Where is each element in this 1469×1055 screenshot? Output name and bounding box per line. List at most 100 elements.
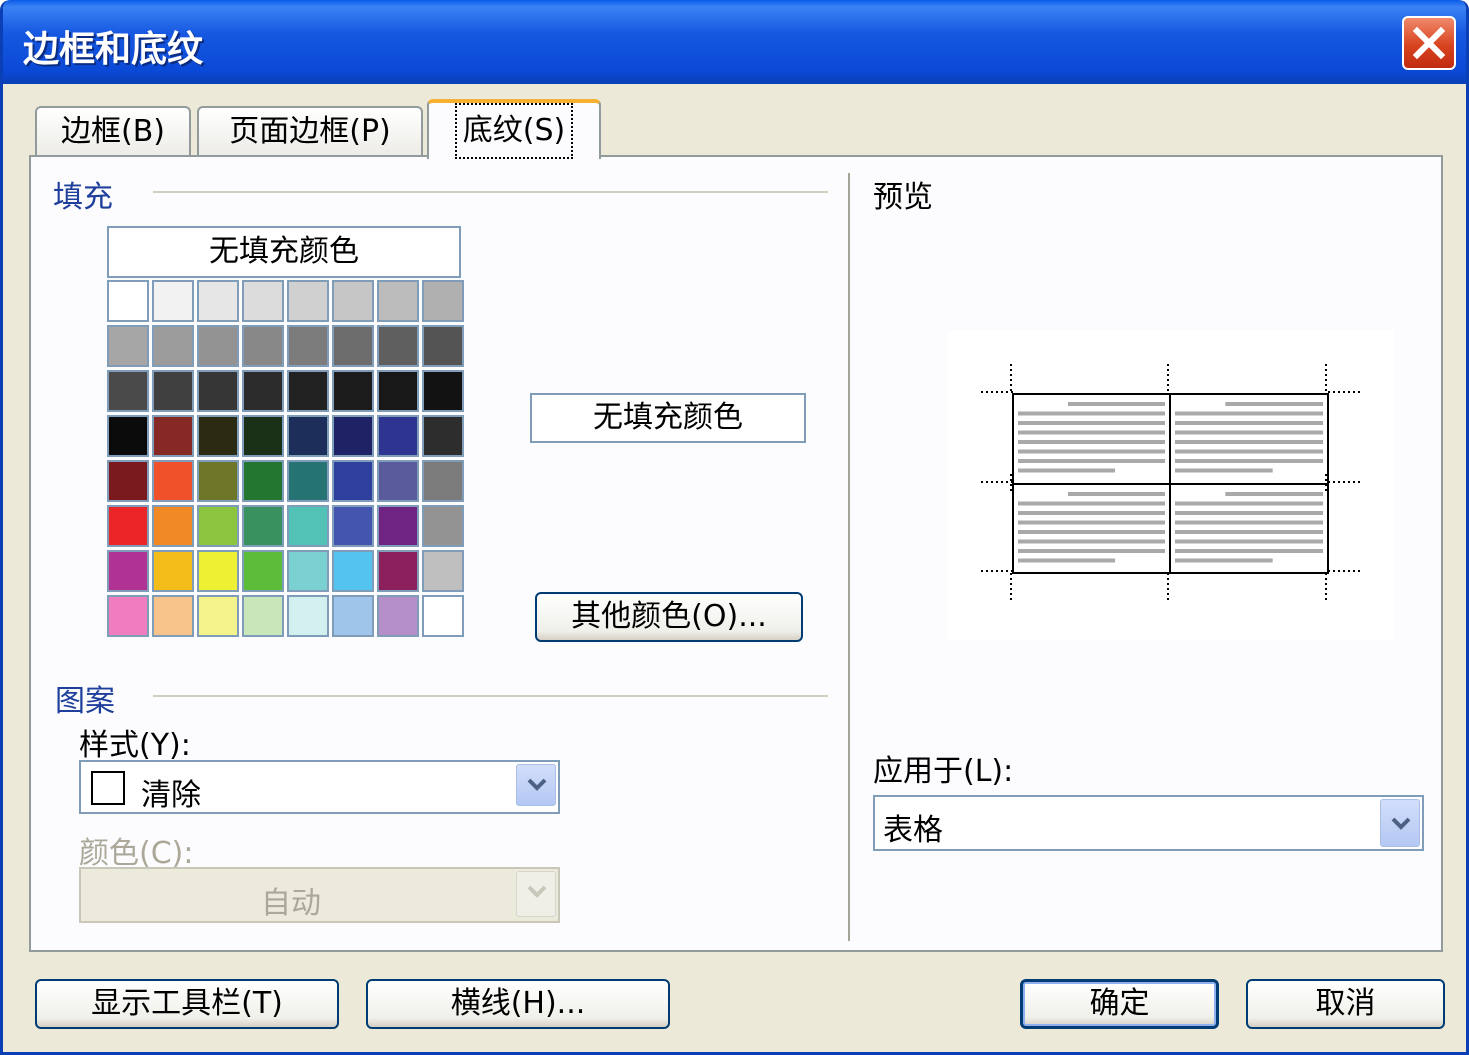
preview-text-line	[1175, 558, 1273, 563]
color-swatch[interactable]	[377, 460, 419, 502]
preview-label: 预览	[873, 180, 933, 215]
color-swatch[interactable]	[152, 550, 194, 592]
no-fill-color-button[interactable]: 无填充颜色	[107, 226, 461, 278]
color-swatch[interactable]	[152, 325, 194, 367]
color-swatch[interactable]	[332, 595, 374, 637]
color-swatch[interactable]	[422, 550, 464, 592]
cancel-button[interactable]: 取消	[1246, 979, 1445, 1029]
color-swatch[interactable]	[287, 550, 329, 592]
color-swatch[interactable]	[242, 505, 284, 547]
color-swatch[interactable]	[107, 370, 149, 412]
preview-text-line	[1175, 549, 1323, 553]
color-swatch[interactable]	[422, 460, 464, 502]
color-swatch[interactable]	[332, 280, 374, 322]
color-swatch[interactable]	[422, 415, 464, 457]
preview-text-line	[1018, 459, 1165, 463]
apply-to-dropdown-arrow[interactable]	[1380, 799, 1420, 847]
color-swatch[interactable]	[152, 460, 194, 502]
color-swatch[interactable]	[152, 280, 194, 322]
preview-text-line	[1175, 430, 1323, 435]
color-swatch[interactable]	[242, 550, 284, 592]
preview-text-line	[1175, 501, 1323, 506]
selected-fill-display: 无填充颜色	[530, 393, 806, 443]
color-swatch[interactable]	[152, 505, 194, 547]
color-swatch[interactable]	[287, 415, 329, 457]
color-swatch[interactable]	[107, 325, 149, 367]
color-swatch[interactable]	[332, 325, 374, 367]
color-swatch[interactable]	[422, 325, 464, 367]
style-dropdown[interactable]: 清除	[79, 760, 560, 814]
color-swatch[interactable]	[152, 595, 194, 637]
color-swatch[interactable]	[107, 505, 149, 547]
fill-group-divider	[153, 191, 828, 193]
color-swatch[interactable]	[197, 415, 239, 457]
color-swatch[interactable]	[377, 370, 419, 412]
color-swatch[interactable]	[332, 460, 374, 502]
ok-button[interactable]: 确定	[1020, 979, 1219, 1029]
more-colors-button[interactable]: 其他颜色(O)...	[535, 592, 803, 642]
color-swatch[interactable]	[287, 280, 329, 322]
pattern-group-label: 图案	[55, 684, 115, 719]
color-swatch[interactable]	[152, 415, 194, 457]
preview-area	[948, 330, 1394, 640]
color-swatch[interactable]	[197, 370, 239, 412]
preview-text-line	[1175, 520, 1323, 525]
color-swatch[interactable]	[107, 280, 149, 322]
preview-text-line	[1175, 440, 1323, 444]
color-swatch[interactable]	[152, 370, 194, 412]
apply-to-dropdown[interactable]: 表格	[873, 795, 1424, 851]
color-swatch[interactable]	[377, 505, 419, 547]
color-swatch[interactable]	[287, 370, 329, 412]
color-swatch[interactable]	[377, 280, 419, 322]
preview-text-line	[1018, 501, 1165, 506]
color-swatch[interactable]	[197, 550, 239, 592]
horizontal-line-button[interactable]: 横线(H)...	[366, 979, 670, 1029]
color-swatch[interactable]	[422, 505, 464, 547]
color-swatch[interactable]	[377, 595, 419, 637]
color-swatch[interactable]	[287, 595, 329, 637]
preview-text-line	[1175, 421, 1323, 425]
color-swatch[interactable]	[422, 280, 464, 322]
color-swatch[interactable]	[422, 370, 464, 412]
show-toolbar-button[interactable]: 显示工具栏(T)	[35, 979, 339, 1029]
color-swatch[interactable]	[377, 550, 419, 592]
preview-text-line	[1018, 449, 1165, 454]
color-swatch[interactable]	[377, 325, 419, 367]
style-dropdown-arrow[interactable]	[516, 764, 556, 806]
color-swatch[interactable]	[422, 595, 464, 637]
preview-text-line	[1067, 402, 1165, 406]
color-swatch[interactable]	[242, 595, 284, 637]
preview-text-line	[1225, 492, 1323, 496]
preview-text-line	[1018, 430, 1165, 435]
color-swatch[interactable]	[242, 280, 284, 322]
color-swatch[interactable]	[332, 550, 374, 592]
color-swatch[interactable]	[287, 505, 329, 547]
color-swatch[interactable]	[197, 280, 239, 322]
borders-and-shading-dialog: 边框和底纹 边框(B) 页面边框(P) 底纹(S) 填充 无填充颜色 无填充颜色…	[0, 0, 1469, 1055]
color-swatch[interactable]	[287, 325, 329, 367]
color-swatch[interactable]	[332, 505, 374, 547]
preview-text-line	[1175, 459, 1323, 463]
preview-text-line	[1018, 511, 1165, 515]
color-swatch[interactable]	[197, 505, 239, 547]
color-swatch[interactable]	[197, 460, 239, 502]
color-swatch[interactable]	[107, 595, 149, 637]
color-swatch[interactable]	[242, 460, 284, 502]
color-swatch[interactable]	[242, 415, 284, 457]
color-swatch[interactable]	[197, 325, 239, 367]
color-swatch[interactable]	[107, 415, 149, 457]
color-swatch[interactable]	[107, 550, 149, 592]
color-swatch[interactable]	[197, 595, 239, 637]
color-dropdown-arrow	[516, 871, 556, 917]
color-palette	[107, 280, 464, 637]
preview-text-line	[1018, 411, 1165, 416]
color-swatch[interactable]	[377, 415, 419, 457]
color-swatch[interactable]	[287, 460, 329, 502]
preview-text-line	[1018, 558, 1116, 563]
color-swatch[interactable]	[242, 325, 284, 367]
color-swatch[interactable]	[332, 415, 374, 457]
color-value: 自动	[261, 886, 321, 921]
color-swatch[interactable]	[242, 370, 284, 412]
color-swatch[interactable]	[332, 370, 374, 412]
color-swatch[interactable]	[107, 460, 149, 502]
